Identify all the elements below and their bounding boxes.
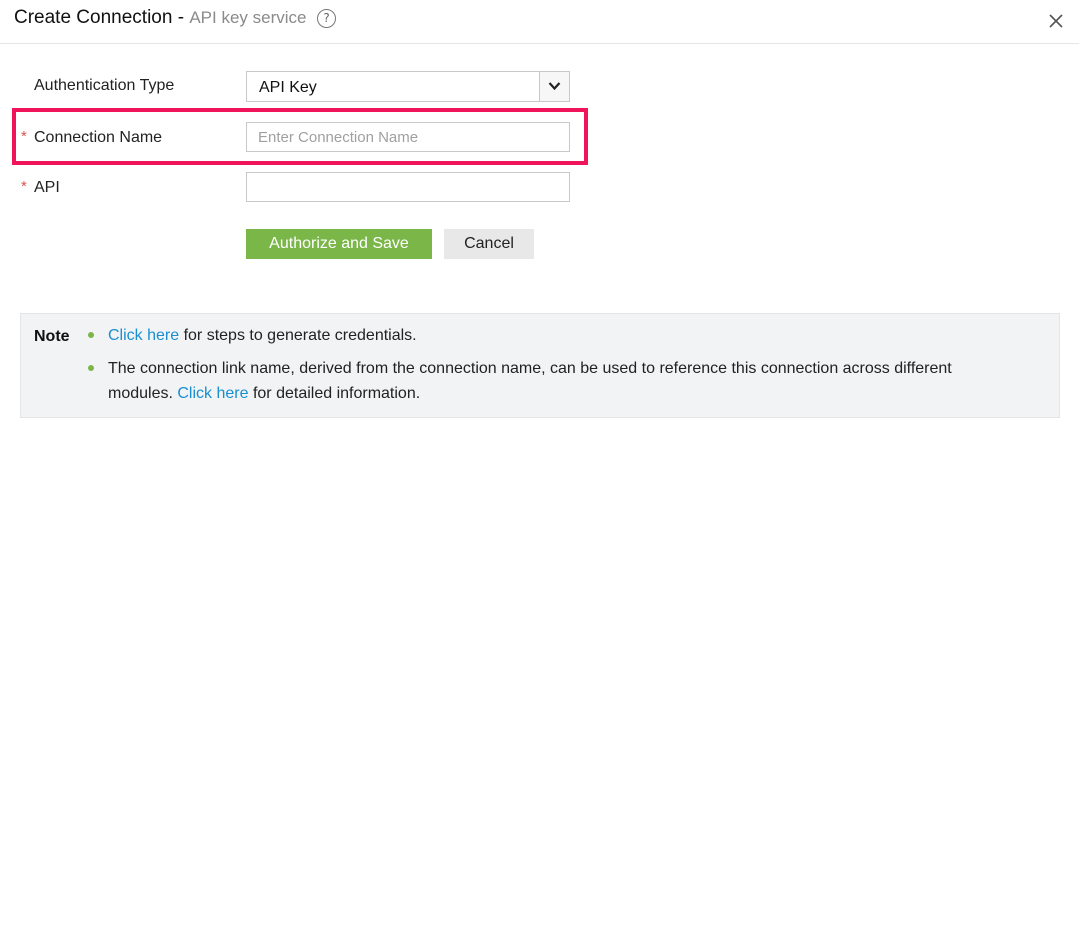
auth-type-select[interactable]: API Key: [246, 71, 570, 102]
credentials-help-link[interactable]: Click here: [108, 327, 179, 344]
dialog-title: Create Connection - API key service: [14, 7, 306, 29]
note-item-1: Click here for steps to generate credent…: [88, 323, 1038, 348]
bullet-dot: [88, 332, 94, 338]
auth-type-label: Authentication Type: [34, 77, 175, 94]
note-item-2-post: for detailed information.: [248, 385, 421, 402]
help-icon[interactable]: ?: [317, 9, 336, 28]
note-title: Note: [34, 328, 70, 345]
note-item-2: The connection link name, derived from t…: [88, 356, 1038, 406]
auth-type-dropdown-toggle[interactable]: [539, 72, 569, 101]
bullet-dot: [88, 365, 94, 371]
dialog-header: Create Connection - API key service ?: [0, 0, 1079, 44]
note-item-2-pre: modules.: [108, 385, 178, 402]
auth-type-value: API Key: [259, 79, 317, 96]
chevron-down-icon: [548, 82, 561, 91]
api-input[interactable]: [246, 172, 570, 202]
note-item-1-text: for steps to generate credentials.: [179, 327, 417, 344]
title-separator: -: [172, 7, 190, 28]
authorize-and-save-button[interactable]: Authorize and Save: [246, 229, 432, 259]
title-subtitle: API key service: [189, 8, 307, 27]
api-label: API: [34, 179, 60, 196]
connection-name-label: Connection Name: [34, 129, 163, 146]
cancel-button[interactable]: Cancel: [444, 229, 534, 259]
title-main: Create Connection: [14, 7, 173, 28]
api-required-mark: *: [21, 178, 27, 195]
connection-name-input[interactable]: [246, 122, 570, 152]
create-connection-dialog: Create Connection - API key service ? Au…: [0, 0, 1079, 943]
details-info-link[interactable]: Click here: [177, 385, 248, 402]
connection-name-required-mark: *: [21, 128, 27, 145]
close-icon[interactable]: [1047, 12, 1065, 30]
note-panel: Note Click here for steps to generate cr…: [20, 313, 1060, 418]
note-item-2-line1: The connection link name, derived from t…: [108, 360, 952, 377]
